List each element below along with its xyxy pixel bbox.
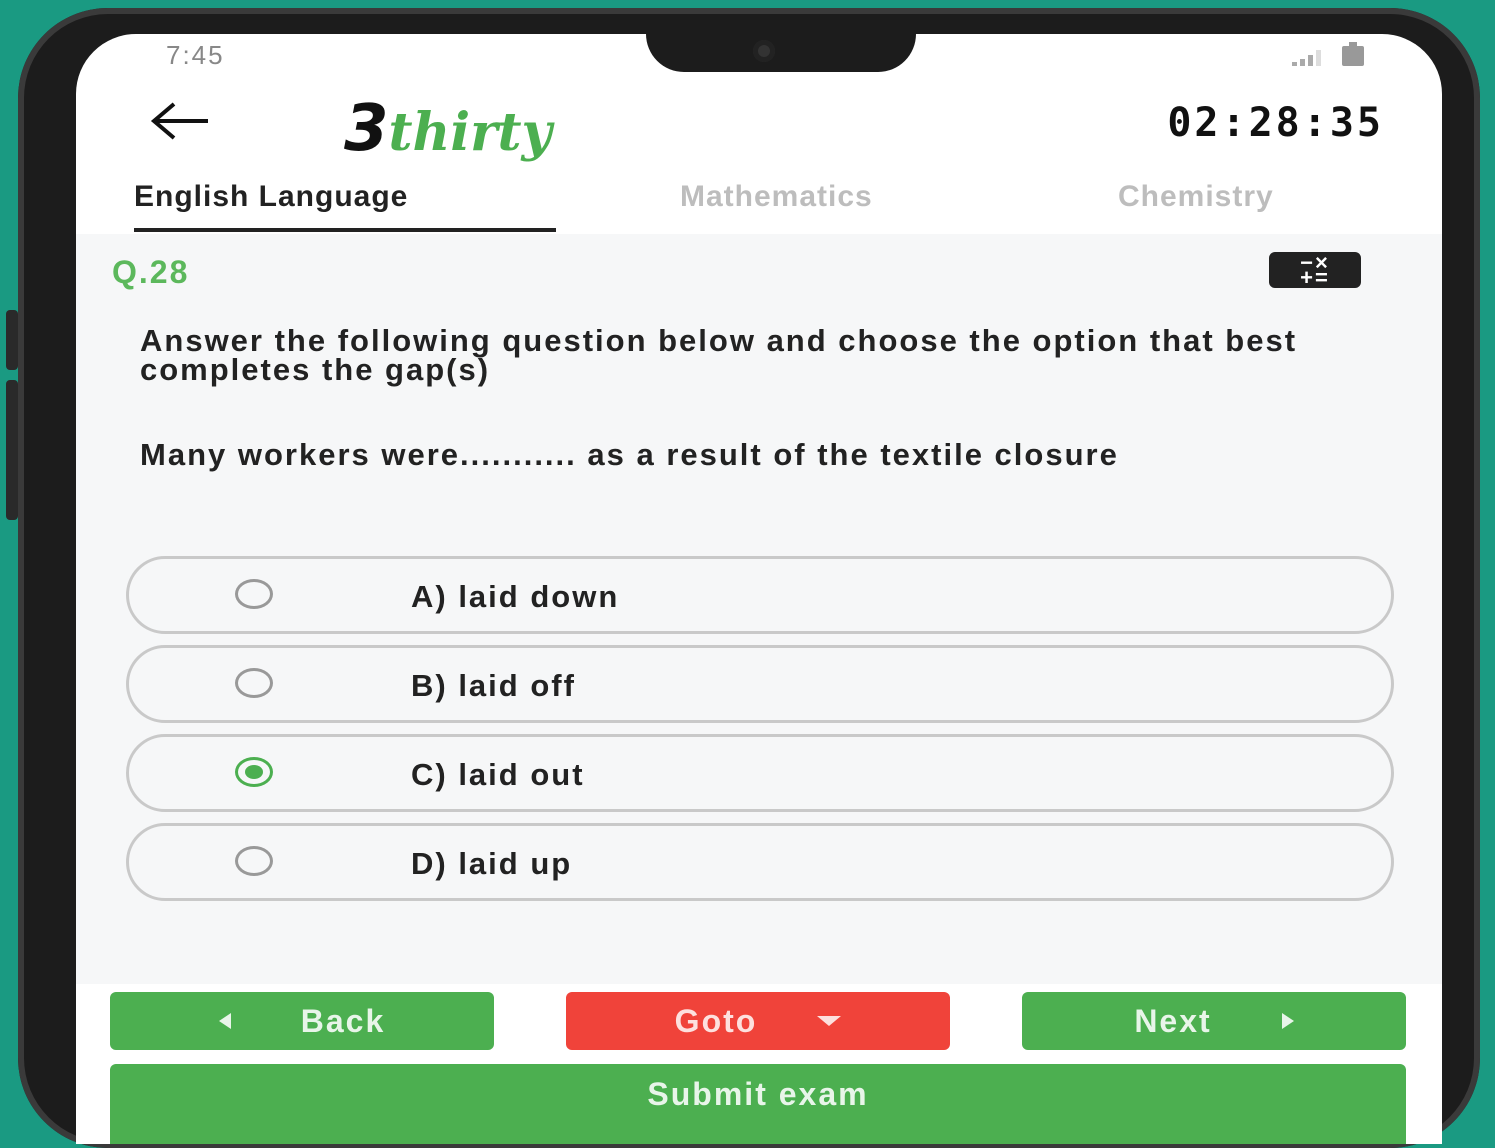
caret-left-icon xyxy=(218,1013,231,1029)
option-label: B) laid off xyxy=(411,668,576,703)
goto-button-label: Goto xyxy=(674,1002,758,1039)
option-a[interactable]: A) laid down xyxy=(126,556,1394,634)
radio-icon[interactable] xyxy=(235,846,273,876)
question-panel: Q.28 −× += Answer the following question … xyxy=(76,234,1442,984)
caret-down-icon xyxy=(817,1016,842,1026)
submit-exam-label: Submit exam xyxy=(647,1076,869,1112)
tab-english-language[interactable]: English Language xyxy=(134,180,408,214)
phone-screen: 7:45 3thirty 02:28:35 English Language M… xyxy=(76,34,1442,1144)
question-instruction: Answer the following question below and … xyxy=(140,323,1298,387)
radio-icon[interactable] xyxy=(235,579,273,609)
option-label: C) laid out xyxy=(411,757,585,792)
logo-word: thirty xyxy=(388,102,552,163)
option-label: A) laid down xyxy=(411,579,620,614)
next-button-label: Next xyxy=(1134,1002,1212,1039)
exam-timer: 02:28:35 xyxy=(1167,100,1384,146)
question-number: Q.28 xyxy=(112,254,190,290)
option-b[interactable]: B) laid off xyxy=(126,645,1394,723)
logo-number: 3 xyxy=(344,92,389,166)
phone-power-button xyxy=(6,380,18,520)
option-label: D) laid up xyxy=(411,846,573,881)
app-logo: 3thirty xyxy=(344,92,552,166)
radio-selected-icon[interactable] xyxy=(235,757,273,787)
radio-icon[interactable] xyxy=(235,668,273,698)
battery-icon xyxy=(1342,42,1364,66)
option-c[interactable]: C) laid out xyxy=(126,734,1394,812)
next-button[interactable]: Next xyxy=(1022,992,1406,1050)
signal-icon xyxy=(1292,50,1328,66)
back-button-label: Back xyxy=(300,1002,386,1039)
phone-volume-button xyxy=(6,310,18,370)
tab-mathematics[interactable]: Mathematics xyxy=(680,180,873,214)
submit-exam-button[interactable]: Submit exam xyxy=(110,1064,1406,1144)
notch xyxy=(646,34,916,72)
caret-right-icon xyxy=(1281,1013,1294,1029)
subject-tabs: English Language Mathematics Chemistry xyxy=(76,164,1442,234)
status-time: 7:45 xyxy=(166,40,225,70)
option-d[interactable]: D) laid up xyxy=(126,823,1394,901)
question-text: Many workers were........... as a result… xyxy=(140,437,1119,472)
status-icons xyxy=(1292,42,1364,66)
tab-chemistry[interactable]: Chemistry xyxy=(1118,180,1274,214)
active-tab-indicator xyxy=(134,228,556,232)
calculator-icon[interactable]: −× += xyxy=(1269,252,1361,289)
goto-button[interactable]: Goto xyxy=(566,992,950,1050)
front-camera xyxy=(753,40,775,62)
back-button[interactable]: Back xyxy=(110,992,494,1050)
arrow-left-icon[interactable] xyxy=(146,96,216,146)
